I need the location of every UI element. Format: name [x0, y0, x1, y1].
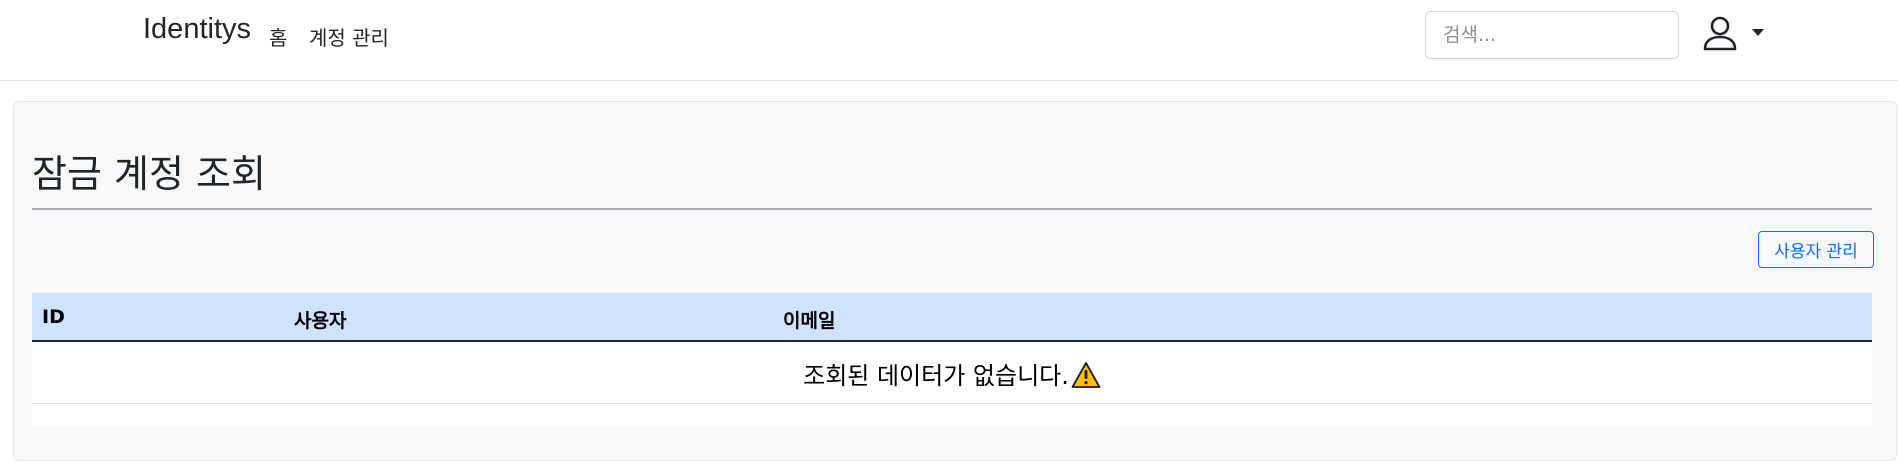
nav-link-account-management[interactable]: 계정 관리 — [309, 22, 389, 51]
empty-state-text: 조회된 데이터가 없습니다. — [803, 362, 1069, 390]
column-header-user[interactable]: 사용자 — [294, 306, 346, 333]
column-header-email[interactable]: 이메일 — [783, 306, 835, 333]
locked-accounts-table: ID 사용자 이메일 조회된 데이터가 없습니다. — [32, 293, 1872, 426]
column-header-id[interactable]: ID — [42, 306, 65, 328]
person-icon — [1703, 16, 1737, 51]
user-menu-dropdown[interactable] — [1700, 14, 1770, 58]
page-title: 잠금 계정 조회 — [32, 152, 266, 196]
table-header: ID 사용자 이메일 — [32, 293, 1872, 342]
caret-down-icon — [1752, 29, 1764, 36]
warning-icon — [1071, 362, 1101, 388]
empty-state-message: 조회된 데이터가 없습니다. — [32, 356, 1872, 391]
brand-logo[interactable]: Identitys — [143, 13, 251, 46]
table-empty-row: 조회된 데이터가 없습니다. — [32, 342, 1872, 404]
nav-link-home[interactable]: 홈 — [269, 22, 287, 51]
manage-users-button[interactable]: 사용자 관리 — [1758, 231, 1874, 268]
table-footer-spacer — [32, 404, 1872, 426]
title-divider — [32, 208, 1872, 210]
top-navbar: Identitys 홈 계정 관리 — [0, 0, 1898, 81]
search-input[interactable] — [1425, 11, 1679, 59]
